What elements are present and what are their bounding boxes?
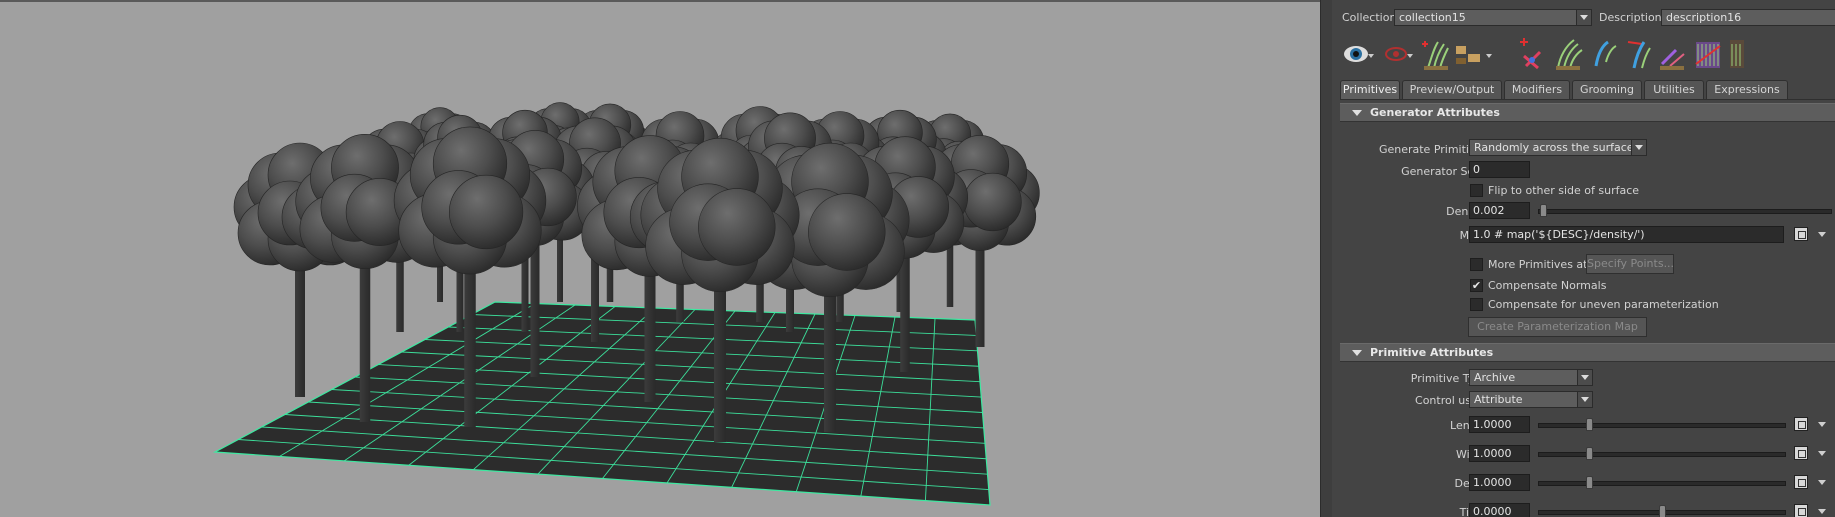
tab-grooming[interactable]: Grooming bbox=[1572, 80, 1642, 99]
canopy-sphere bbox=[808, 193, 886, 271]
map-editor-icon[interactable] bbox=[1794, 227, 1808, 241]
3d-viewport[interactable] bbox=[0, 0, 1320, 517]
flip-side-label: Flip to other side of surface bbox=[1488, 184, 1640, 197]
depth-options-icon[interactable] bbox=[1818, 480, 1826, 485]
viewport-scene bbox=[212, 102, 1040, 506]
density-slider-knob[interactable] bbox=[1540, 204, 1547, 217]
chevron-down-icon bbox=[1576, 10, 1591, 25]
generator-attributes-header[interactable]: Generator Attributes bbox=[1340, 103, 1835, 122]
noise-icon[interactable] bbox=[1692, 36, 1724, 72]
compensate-normals-checkbox[interactable]: ✔ bbox=[1470, 279, 1483, 292]
add-guide-icon[interactable] bbox=[1418, 36, 1450, 72]
comb-icon[interactable] bbox=[1484, 36, 1516, 72]
generator-seed-field[interactable]: 0 bbox=[1469, 161, 1530, 178]
collapse-caret-icon bbox=[1352, 110, 1362, 116]
depth-slider[interactable] bbox=[1538, 476, 1786, 489]
eye-icon[interactable] bbox=[1342, 36, 1374, 72]
depth-slider-knob[interactable] bbox=[1586, 476, 1593, 489]
primitive-type-value: Archive bbox=[1474, 371, 1516, 384]
length-expression-icon[interactable] bbox=[1794, 417, 1808, 431]
tilt-u-options-icon[interactable] bbox=[1818, 509, 1826, 514]
length-slider[interactable] bbox=[1538, 418, 1786, 431]
generator-attributes-title: Generator Attributes bbox=[1370, 106, 1500, 119]
compensate-uneven-label: Compensate for uneven parameterization bbox=[1488, 298, 1719, 311]
width-options-icon[interactable] bbox=[1818, 451, 1826, 456]
primitive-attributes-title: Primitive Attributes bbox=[1370, 346, 1494, 359]
tilt-u-field[interactable]: 0.0000 bbox=[1469, 503, 1530, 517]
generate-primitives-value: Randomly across the surface bbox=[1474, 141, 1634, 154]
control-using-value: Attribute bbox=[1474, 393, 1523, 406]
width-slider-knob[interactable] bbox=[1586, 447, 1593, 460]
tab-expressions[interactable]: Expressions bbox=[1706, 80, 1788, 99]
length-field[interactable]: 1.0000 bbox=[1469, 416, 1530, 433]
width-expression-icon[interactable] bbox=[1794, 446, 1808, 460]
tilt-u-slider[interactable] bbox=[1538, 505, 1786, 517]
move-guide-icon[interactable] bbox=[1588, 36, 1620, 72]
collection-dropdown[interactable]: collection15 bbox=[1394, 9, 1592, 26]
width-field[interactable]: 1.0000 bbox=[1469, 445, 1530, 462]
description-label: Description bbox=[1599, 11, 1662, 24]
tab-modifiers[interactable]: Modifiers bbox=[1504, 80, 1570, 99]
compensate-normals-label: Compensate Normals bbox=[1488, 279, 1607, 292]
xgen-panel: Collection collection15 Description desc… bbox=[1332, 0, 1835, 517]
red-eye-icon[interactable] bbox=[1382, 36, 1414, 72]
more-primitives-checkbox[interactable] bbox=[1470, 258, 1483, 271]
mask-expression-field[interactable]: 1.0 # map('${DESC}/density/') bbox=[1469, 226, 1784, 243]
tab-primitives[interactable]: Primitives bbox=[1340, 80, 1400, 99]
primitive-type-dropdown[interactable]: Archive bbox=[1469, 369, 1593, 386]
comb-green-icon[interactable] bbox=[1552, 36, 1584, 72]
chevron-down-icon bbox=[1631, 140, 1646, 155]
tilt-u-expression-icon[interactable] bbox=[1794, 504, 1808, 517]
collection-value: collection15 bbox=[1399, 11, 1466, 24]
collapse-caret-icon bbox=[1352, 350, 1362, 356]
flip-side-checkbox[interactable] bbox=[1470, 184, 1483, 197]
collection-label: Collection bbox=[1342, 11, 1397, 24]
canopy-sphere bbox=[449, 174, 524, 250]
canopy-sphere bbox=[698, 188, 776, 266]
width-slider[interactable] bbox=[1538, 447, 1786, 460]
density-field[interactable]: 0.002 bbox=[1469, 202, 1530, 219]
canopy-sphere bbox=[963, 172, 1022, 232]
create-parameterization-map-button[interactable]: Create Parameterization Map bbox=[1468, 317, 1647, 337]
compensate-uneven-checkbox[interactable] bbox=[1470, 298, 1483, 311]
add-guide-red-icon[interactable] bbox=[1516, 36, 1548, 72]
tab-preview-output[interactable]: Preview/Output bbox=[1402, 80, 1502, 99]
chevron-down-icon bbox=[1577, 392, 1592, 407]
length-options-icon[interactable] bbox=[1818, 422, 1826, 427]
tab-divider bbox=[1340, 99, 1835, 100]
mask-options-icon[interactable] bbox=[1818, 232, 1826, 237]
depth-expression-icon[interactable] bbox=[1794, 475, 1808, 489]
control-using-dropdown[interactable]: Attribute bbox=[1469, 391, 1593, 408]
generate-primitives-dropdown[interactable]: Randomly across the surface bbox=[1469, 139, 1647, 156]
length-guide-icon[interactable] bbox=[1656, 36, 1688, 72]
description-value: description16 bbox=[1666, 11, 1742, 24]
density-slider[interactable] bbox=[1538, 204, 1832, 217]
specify-points-button[interactable]: Specify Points... bbox=[1586, 254, 1674, 274]
scale-icon[interactable] bbox=[1726, 36, 1758, 72]
length-slider-knob[interactable] bbox=[1586, 418, 1593, 431]
tilt-u-slider-knob[interactable] bbox=[1659, 505, 1666, 517]
tab-utilities[interactable]: Utilities bbox=[1644, 80, 1704, 99]
more-primitives-label: More Primitives at bbox=[1488, 258, 1588, 271]
rotate-guide-icon[interactable] bbox=[1622, 36, 1654, 72]
primitive-attributes-header[interactable]: Primitive Attributes bbox=[1340, 343, 1835, 362]
description-dropdown[interactable]: description16 bbox=[1661, 9, 1835, 26]
paint-brush-icon[interactable] bbox=[1452, 36, 1484, 72]
chevron-down-icon bbox=[1577, 370, 1592, 385]
depth-field[interactable]: 1.0000 bbox=[1469, 474, 1530, 491]
